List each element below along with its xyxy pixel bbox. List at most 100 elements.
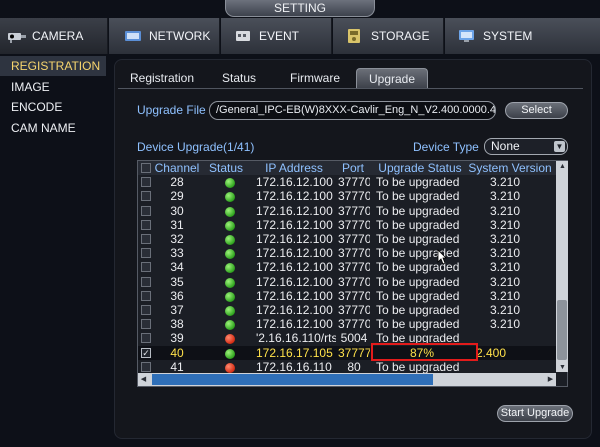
scroll-up-icon[interactable]: ▲ <box>557 161 568 172</box>
table-row[interactable]: 33 172.16.12.100 37770 To be upgraded 3.210 <box>138 246 558 260</box>
row-checkbox[interactable] <box>141 361 151 372</box>
row-checkbox[interactable] <box>141 262 151 273</box>
row-checkbox[interactable] <box>141 305 151 315</box>
start-upgrade-button[interactable]: Start Upgrade <box>497 405 573 422</box>
tab-storage[interactable]: STORAGE <box>333 18 444 54</box>
subtab-registration[interactable]: Registration <box>124 68 200 88</box>
scroll-right-icon[interactable]: ▶ <box>545 374 556 385</box>
table-row[interactable]: ✓ 40 172.16.17.105 37777 87% 2.400 <box>138 345 558 360</box>
row-channel: 39 <box>170 331 184 346</box>
col-ip-address[interactable]: IP Address <box>254 161 334 175</box>
row-checkbox[interactable] <box>141 319 151 330</box>
row-channel: 31 <box>170 217 184 232</box>
row-upgrade-status: To be upgraded <box>376 232 460 246</box>
table-row[interactable]: 37 172.16.12.100 37770 To be upgraded 3.210 <box>138 303 558 317</box>
row-checkbox[interactable] <box>141 219 151 230</box>
row-system-version: 3.210 <box>490 274 521 289</box>
scroll-down-icon[interactable]: ▼ <box>557 362 568 373</box>
row-system-version: 3.210 <box>490 260 521 275</box>
col-port[interactable]: Port <box>338 161 368 175</box>
select-all-checkbox[interactable] <box>141 163 151 173</box>
device-type-value: None <box>491 139 520 153</box>
network-icon <box>123 28 145 44</box>
row-port: 37770 <box>338 274 370 289</box>
tab-network[interactable]: NETWORK <box>109 18 220 54</box>
subtab-firmware[interactable]: Firmware <box>283 68 347 88</box>
row-system-version: 3.210 <box>490 288 521 303</box>
row-checkbox[interactable] <box>141 234 151 244</box>
row-channel: 28 <box>170 175 184 190</box>
row-port: 37777 <box>338 345 370 360</box>
horizontal-scroll-thumb[interactable] <box>152 374 433 385</box>
row-upgrade-status: To be upgraded <box>376 303 460 317</box>
row-channel: 30 <box>170 203 184 218</box>
row-ip-address: 172.16.12.100 <box>256 288 333 303</box>
tab-network-label: NETWORK <box>149 29 211 43</box>
row-checkbox[interactable] <box>141 333 151 344</box>
nav-item-registration[interactable]: REGISTRATION <box>0 56 106 76</box>
nav-item-encode[interactable]: ENCODE <box>0 97 106 117</box>
row-system-version: 3.210 <box>490 246 521 261</box>
row-system-version: 3.210 <box>490 232 521 246</box>
vertical-scroll-thumb[interactable] <box>557 300 567 360</box>
row-checkbox[interactable]: ✓ <box>141 347 151 358</box>
table-row[interactable]: 39'2.16.16.110/rtsp 5004 To be upgraded <box>138 331 558 345</box>
table-row[interactable]: 32 172.16.12.100 37770 To be upgraded 3.210 <box>138 232 558 246</box>
tab-event[interactable]: EVENT <box>221 18 332 54</box>
row-port: 37770 <box>338 303 370 317</box>
table-row[interactable]: 30 172.16.12.100 37770 To be upgraded 3.210 <box>138 204 558 218</box>
device-upgrade-table: Channel Status IP Address Port Upgrade S… <box>137 160 568 387</box>
status-green-icon <box>225 320 235 331</box>
row-checkbox[interactable] <box>141 177 151 188</box>
row-port: 37770 <box>338 232 370 246</box>
nav-item-image[interactable]: IMAGE <box>0 77 106 97</box>
table-row[interactable]: 41 172.16.16.110 80 To be upgraded <box>138 360 558 374</box>
row-channel: 32 <box>170 232 184 246</box>
table-row[interactable]: 36 172.16.12.100 37770 To be upgraded 3.210 <box>138 289 558 303</box>
scroll-left-icon[interactable]: ◀ <box>138 374 149 385</box>
row-channel: 33 <box>170 246 184 261</box>
nav-item-cam-name[interactable]: CAM NAME <box>0 118 106 138</box>
col-status[interactable]: Status <box>204 161 248 175</box>
row-upgrade-status: To be upgraded <box>376 317 460 332</box>
col-system-version[interactable]: System Version <box>468 161 552 175</box>
row-checkbox[interactable] <box>141 276 151 287</box>
row-upgrade-status: To be upgraded <box>376 288 460 303</box>
row-ip-address: 172.16.16.110 <box>256 359 332 374</box>
row-channel: 37 <box>170 303 184 317</box>
status-green-icon <box>225 235 235 245</box>
row-channel: 38 <box>170 317 184 332</box>
status-green-icon <box>225 291 235 302</box>
upgrade-file-field[interactable]: /General_IPC-EB(W)8XXX-Cavlir_Eng_N_V2.4… <box>209 101 496 120</box>
table-row[interactable]: 34 172.16.12.100 37770 To be upgraded 3.210 <box>138 260 558 274</box>
table-row[interactable]: 31 172.16.12.100 37770 To be upgraded 3.210 <box>138 218 558 232</box>
row-port: 37770 <box>338 203 370 218</box>
row-ip-address: '2.16.16.110/rtsp <box>256 331 336 346</box>
row-ip-address: 172.16.12.100 <box>256 260 333 275</box>
row-checkbox[interactable] <box>141 248 151 259</box>
row-checkbox[interactable] <box>141 290 151 301</box>
row-upgrade-status: To be upgraded <box>376 189 460 204</box>
table-row[interactable]: 28 172.16.12.100 37770 To be upgraded 3.210 <box>138 175 558 189</box>
subtab-upgrade[interactable]: Upgrade <box>356 68 428 88</box>
status-red-icon <box>225 362 235 373</box>
status-green-icon <box>225 220 235 231</box>
row-system-version: 3.210 <box>490 217 521 232</box>
row-port: 5004 <box>340 331 368 346</box>
table-row[interactable]: 29 172.16.12.100 37770 To be upgraded 3.210 <box>138 189 558 203</box>
table-row[interactable]: 35 172.16.12.100 37770 To be upgraded 3.210 <box>138 275 558 289</box>
col-upgrade-status[interactable]: Upgrade Status <box>374 161 466 175</box>
select-button[interactable]: Select <box>505 102 568 119</box>
tab-storage-label: STORAGE <box>371 29 430 43</box>
col-channel[interactable]: Channel <box>154 161 200 175</box>
row-upgrade-status: To be upgraded <box>376 359 460 374</box>
storage-icon <box>345 28 367 44</box>
row-checkbox[interactable] <box>141 191 151 202</box>
table-row[interactable]: 38 172.16.12.100 37770 To be upgraded 3.210 <box>138 317 558 331</box>
device-type-select[interactable]: None ▼ <box>484 138 568 155</box>
tab-camera[interactable]: CAMERA <box>0 18 108 54</box>
subtab-status[interactable]: Status <box>212 68 266 88</box>
row-checkbox[interactable] <box>141 205 151 216</box>
row-upgrade-status: To be upgraded <box>376 246 460 261</box>
tab-system[interactable]: SYSTEM <box>445 18 600 54</box>
